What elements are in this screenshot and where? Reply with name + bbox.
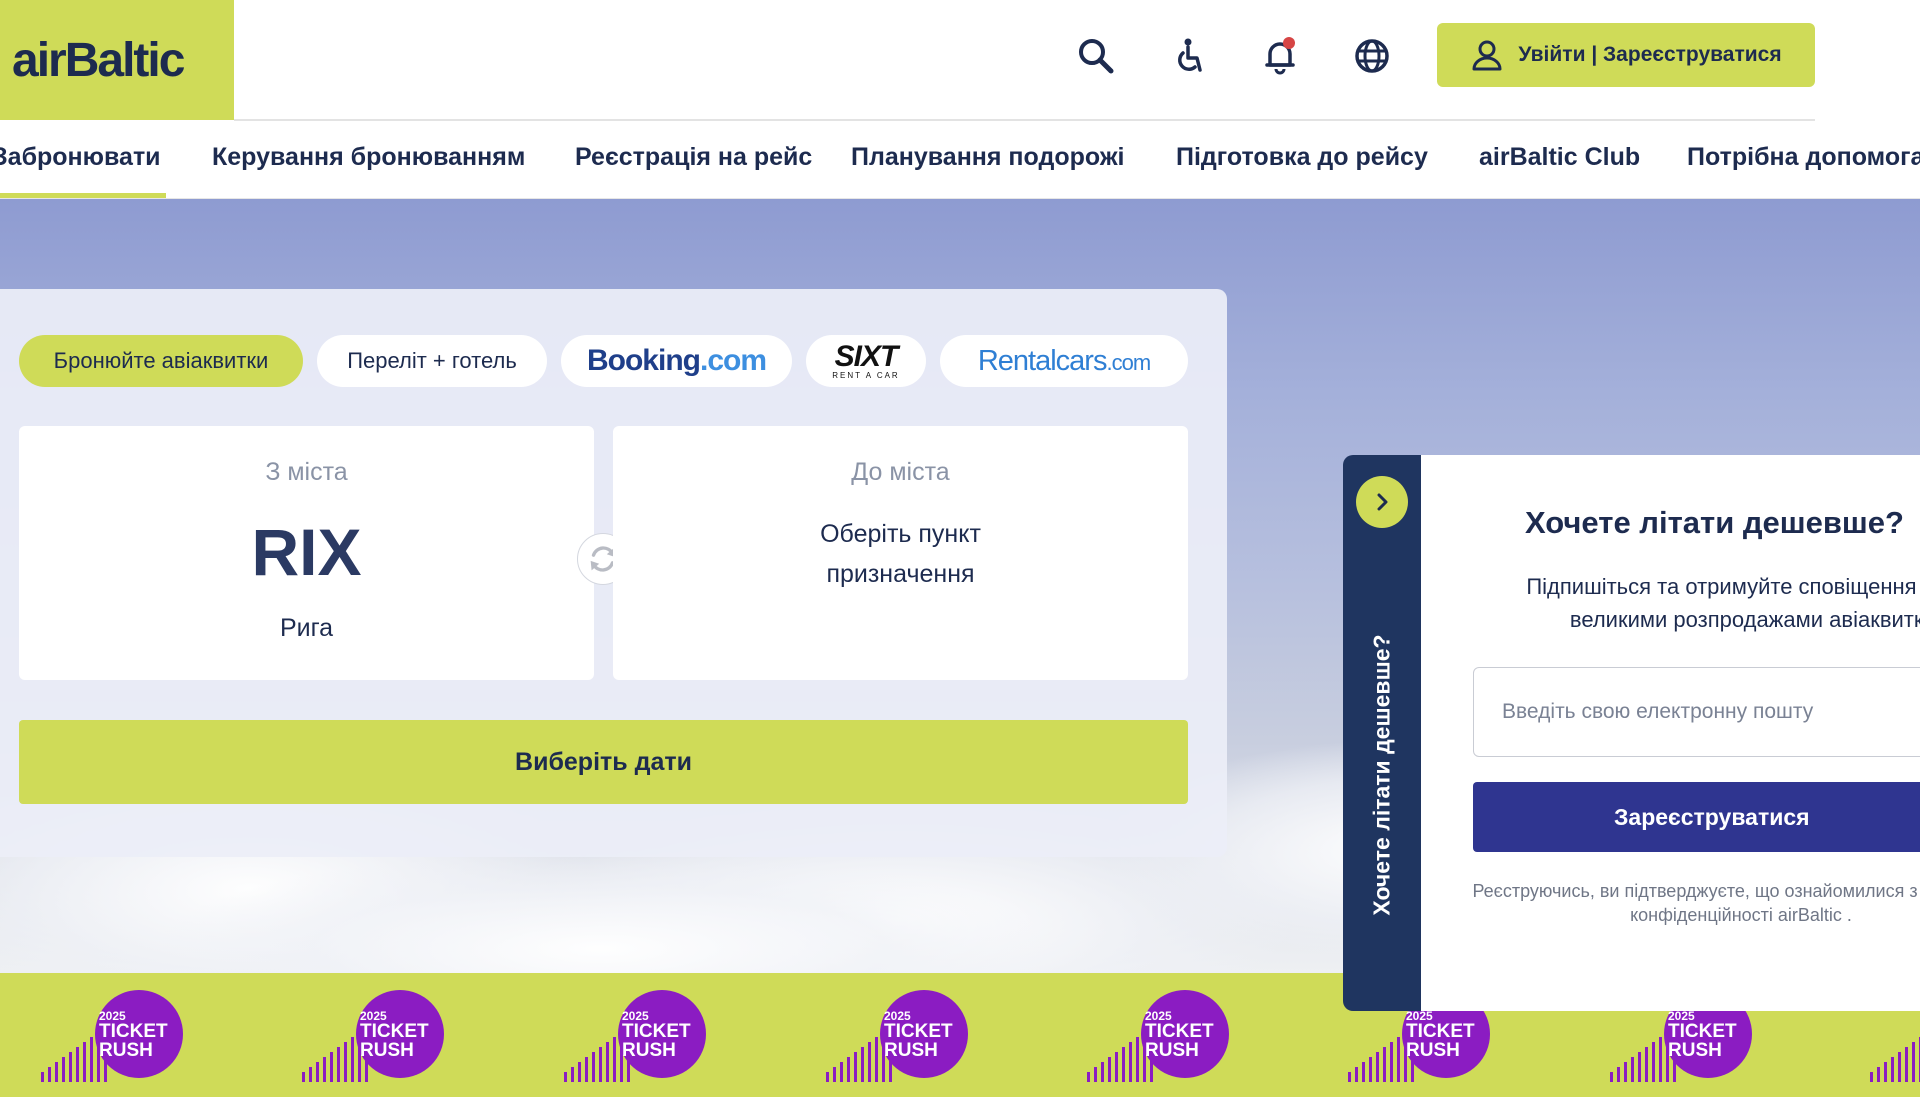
from-city-label: З міста [265, 458, 348, 486]
logo-text: airBaltic [12, 33, 185, 87]
select-dates-label: Виберіть дати [515, 747, 692, 776]
ticket-rush-line1: TICKET [360, 1021, 429, 1042]
booking-widget: Бронюйте авіаквитки Переліт + готель Boo… [0, 289, 1227, 857]
tab-flight-hotel[interactable]: Переліт + готель [317, 335, 547, 387]
ticket-rush-line2: RUSH [1145, 1040, 1199, 1061]
ticket-rush-line1: TICKET [622, 1021, 691, 1042]
subscribe-panel: Хочете літати дешевше? Підпишіться та от… [1421, 455, 1920, 1011]
email-input[interactable] [1473, 667, 1920, 757]
to-city-field[interactable]: До міста Оберіть пункт призначення [613, 426, 1188, 680]
to-city-label: До міста [851, 458, 950, 486]
notification-bell-icon[interactable] [1254, 30, 1306, 82]
nav-item-airbaltic-club[interactable]: airBaltic Club [1479, 143, 1640, 172]
ticket-rush-badge: 2025TICKETRUSH [1083, 990, 1233, 1082]
tab-sixt[interactable]: SIXT RENT A CAR [806, 335, 926, 387]
user-icon [1472, 40, 1502, 71]
accessibility-icon[interactable] [1162, 30, 1214, 82]
ticket-rush-line1: TICKET [884, 1021, 953, 1042]
nav-active-indicator [0, 193, 166, 198]
site-header: airBaltic Увійти | Зареєструватися [0, 0, 1920, 121]
rentalcars-logo: Rentalcars.com [977, 344, 1151, 377]
from-city-field[interactable]: З міста RIX Рига [19, 426, 594, 680]
ticket-rush-line1: TICKET [99, 1021, 168, 1042]
sixt-logo: SIXT RENT A CAR [832, 340, 900, 380]
to-city-placeholder: Оберіть пункт призначення [820, 520, 981, 588]
ticket-rush-line2: RUSH [884, 1040, 938, 1061]
subscribe-title: Хочете літати дешевше? [1525, 505, 1904, 540]
tab-book-flights-label: Бронюйте авіаквитки [53, 348, 269, 373]
nav-item-check-in[interactable]: Реєстрація на рейс [575, 143, 812, 172]
login-register-label: Увійти | Зареєструватися [1518, 43, 1782, 66]
chevron-right-icon[interactable] [1356, 476, 1408, 528]
tab-book-flights[interactable]: Бронюйте авіаквитки [19, 335, 303, 387]
tab-booking-com[interactable]: Booking.com [561, 335, 792, 387]
from-city-name: Рига [279, 614, 334, 642]
ticket-rush-line2: RUSH [1406, 1040, 1460, 1061]
ticket-rush-badge: 2025TICKETRUSH [37, 990, 187, 1082]
login-register-button[interactable]: Увійти | Зареєструватися [1437, 23, 1815, 87]
nav-item-book[interactable]: Забронювати [0, 143, 161, 172]
booking-com-logo: Booking.com [586, 344, 767, 377]
ticket-rush-line1: TICKET [1145, 1021, 1214, 1042]
select-dates-button[interactable]: Виберіть дати [19, 720, 1188, 804]
register-button-label: Зареєструватися [1614, 803, 1810, 830]
search-icon[interactable] [1070, 30, 1122, 82]
ticket-rush-line2: RUSH [622, 1040, 676, 1061]
nav-item-manage-booking[interactable]: Керування бронюванням [212, 143, 525, 172]
nav-item-help[interactable]: Потрібна допомога [1687, 143, 1920, 172]
subscribe-panel-tab[interactable]: Хочете літати дешевше? [1343, 455, 1422, 1011]
main-navigation: Забронювати Керування бронюванням Реєстр… [0, 121, 1920, 199]
logo[interactable]: airBaltic [0, 0, 234, 120]
globe-icon[interactable] [1346, 30, 1398, 82]
ticket-rush-line1: TICKET [1668, 1021, 1737, 1042]
ticket-rush-line2: RUSH [99, 1040, 153, 1061]
header-icon-bar [1070, 30, 1398, 82]
ticket-rush-line2: RUSH [360, 1040, 414, 1061]
tab-rentalcars[interactable]: Rentalcars.com [940, 335, 1188, 387]
subscribe-tab-label: Хочете літати дешевше? [1368, 634, 1395, 916]
ticket-rush-badge: 2025TICKETRUSH [822, 990, 972, 1082]
ticket-rush-badge: 2025TICKETRUSH [298, 990, 448, 1082]
ticket-rush-line2: RUSH [1668, 1040, 1722, 1061]
ticket-rush-badge: 2025TICKETRUSH [560, 990, 710, 1082]
register-button[interactable]: Зареєструватися [1473, 782, 1920, 852]
nav-item-prepare-flight[interactable]: Підготовка до рейсу [1176, 143, 1428, 172]
subscribe-description: Підпишіться та отримуйте сповіщення пере… [1526, 574, 1920, 632]
ticket-rush-line1: TICKET [1406, 1021, 1475, 1042]
privacy-notice: Реєструючись, ви підтверджуєте, що ознай… [1472, 881, 1920, 925]
nav-item-plan-trip[interactable]: Планування подорожі [851, 143, 1125, 172]
tab-flight-hotel-label: Переліт + готель [347, 348, 517, 373]
from-airport-code: RIX [251, 515, 362, 589]
